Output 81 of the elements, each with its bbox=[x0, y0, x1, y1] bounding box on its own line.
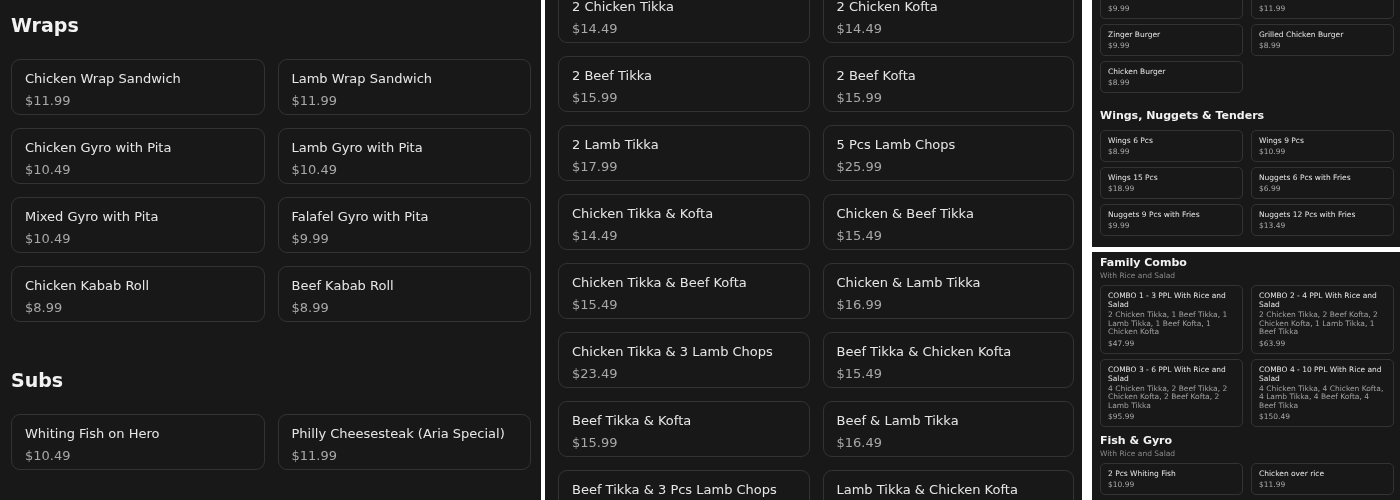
item-price: $15.49 bbox=[836, 228, 883, 244]
menu-item-card[interactable]: Whiting Fish on Hero $10.49 bbox=[11, 414, 265, 470]
item-price: $17.99 bbox=[572, 159, 619, 175]
item-name: Chicken Tikka & Beef Kofta bbox=[572, 275, 748, 291]
menu-item-card[interactable]: Beef Kabab Roll $8.99 bbox=[277, 266, 531, 322]
item-price: $15.49 bbox=[836, 366, 883, 382]
item-name: 2 Beef Tikka bbox=[572, 68, 653, 84]
menu-item-card[interactable]: Chicken Kabab Roll $8.99 bbox=[11, 266, 265, 322]
item-name: Chicken Tikka & Kofta bbox=[572, 206, 715, 222]
menu-item-card[interactable]: Beef Tikka & Chicken Kofta $15.49 bbox=[822, 332, 1074, 388]
item-name: Chicken & Beef Tikka bbox=[836, 206, 975, 222]
item-price: $11.99 bbox=[291, 448, 338, 464]
menu-item-card[interactable]: 2 Lamb Tikka $17.99 bbox=[558, 125, 810, 181]
item-price: $23.49 bbox=[572, 366, 619, 382]
item-price: $8.99 bbox=[25, 300, 64, 316]
menu-item-card[interactable]: 5 Pcs Lamb Chops $25.99 bbox=[822, 125, 1074, 181]
section-heading: Fish & Gyro bbox=[1100, 434, 1174, 448]
item-price: $10.49 bbox=[25, 448, 72, 464]
item-price: $14.49 bbox=[572, 21, 619, 37]
item-price: $14.49 bbox=[836, 21, 883, 37]
section-heading: Family Combo bbox=[1100, 256, 1188, 270]
menu-item-card[interactable]: Mixed Gyro with Pita $10.49 bbox=[11, 197, 265, 253]
section-heading: Wraps bbox=[11, 13, 80, 37]
item-price: $9.99 bbox=[291, 231, 330, 247]
menu-item-card[interactable]: Chicken Tikka & Beef Kofta $15.49 bbox=[558, 263, 810, 319]
item-name: 2 Chicken Tikka bbox=[572, 0, 675, 15]
menu-item-card[interactable]: Lamb Tikka & Chicken Kofta bbox=[822, 470, 1074, 500]
item-name: Beef & Lamb Tikka bbox=[836, 413, 960, 429]
item-price: $15.99 bbox=[572, 435, 619, 451]
menu-item-card[interactable]: 2 Beef Kofta $15.99 bbox=[822, 56, 1074, 112]
item-name: Chicken Gyro with Pita bbox=[25, 140, 173, 156]
item-price: $11.99 bbox=[25, 93, 72, 109]
menu-item-card[interactable]: Falafel Gyro with Pita $9.99 bbox=[277, 197, 531, 253]
menu-item-card[interactable]: Chicken Gyro with Pita $10.49 bbox=[11, 128, 265, 184]
item-name: Philly Cheesesteak (Aria Special) bbox=[291, 426, 506, 442]
item-name: Chicken Tikka & 3 Lamb Chops bbox=[572, 344, 774, 360]
menu-item-card[interactable]: Beef Tikka & 3 Pcs Lamb Chops bbox=[558, 470, 810, 500]
section-heading: Wings, Nuggets & Tenders bbox=[1100, 109, 1266, 123]
menu-item-card[interactable]: 2 Chicken Tikka $14.49 bbox=[558, 0, 810, 43]
item-price: $10.49 bbox=[25, 162, 72, 178]
item-name: Chicken Wrap Sandwich bbox=[25, 71, 182, 87]
menu-item-card[interactable]: Beef Tikka & Kofta $15.99 bbox=[558, 401, 810, 457]
menu-item-card[interactable]: Chicken Tikka & 3 Lamb Chops $23.49 bbox=[558, 332, 810, 388]
item-name: Beef Tikka & Chicken Kofta bbox=[836, 344, 1013, 360]
item-name: Whiting Fish on Hero bbox=[25, 426, 161, 442]
item-price: $10.49 bbox=[25, 231, 72, 247]
item-price: $11.99 bbox=[291, 93, 338, 109]
menu-item-card[interactable]: Beef & Lamb Tikka $16.49 bbox=[822, 401, 1074, 457]
menu-item-card[interactable]: Chicken & Beef Tikka $15.49 bbox=[822, 194, 1074, 250]
item-name: Lamb Gyro with Pita bbox=[291, 140, 424, 156]
item-name: Lamb Tikka & Chicken Kofta bbox=[836, 482, 1019, 498]
menu-item-card[interactable]: Chicken Tikka & Kofta $14.49 bbox=[558, 194, 810, 250]
menu-item-card[interactable]: Lamb Gyro with Pita $10.49 bbox=[277, 128, 531, 184]
item-name: 2 Chicken Kofta bbox=[836, 0, 939, 15]
section-heading: Subs bbox=[11, 368, 65, 392]
item-price: $16.99 bbox=[836, 297, 883, 313]
item-name: Falafel Gyro with Pita bbox=[291, 209, 430, 225]
item-name: Chicken Kabab Roll bbox=[25, 278, 150, 294]
item-price: $10.49 bbox=[291, 162, 338, 178]
item-name: Lamb Wrap Sandwich bbox=[291, 71, 434, 87]
item-price: $15.99 bbox=[836, 90, 883, 106]
item-name: Beef Tikka & Kofta bbox=[572, 413, 693, 429]
item-name: 5 Pcs Lamb Chops bbox=[836, 137, 957, 153]
item-name: Beef Tikka & 3 Pcs Lamb Chops bbox=[572, 482, 778, 498]
menu-item-card[interactable]: 2 Beef Tikka $15.99 bbox=[558, 56, 810, 112]
menu-item-card[interactable]: Chicken Wrap Sandwich $11.99 bbox=[11, 59, 265, 115]
menu-item-card[interactable]: 2 Chicken Kofta $14.49 bbox=[822, 0, 1074, 43]
item-name: 2 Lamb Tikka bbox=[572, 137, 660, 153]
item-name: Mixed Gyro with Pita bbox=[25, 209, 160, 225]
menu-item-card[interactable]: Lamb Wrap Sandwich $11.99 bbox=[277, 59, 531, 115]
item-price: $15.49 bbox=[572, 297, 619, 313]
item-price: $14.49 bbox=[572, 228, 619, 244]
item-name: 2 Beef Kofta bbox=[836, 68, 917, 84]
item-name: Chicken & Lamb Tikka bbox=[836, 275, 982, 291]
menu-item-card[interactable]: Chicken & Lamb Tikka $16.99 bbox=[822, 263, 1074, 319]
item-price: $8.99 bbox=[291, 300, 330, 316]
item-price: $16.49 bbox=[836, 435, 883, 451]
item-price: $15.99 bbox=[572, 90, 619, 106]
item-price: $25.99 bbox=[836, 159, 883, 175]
menu-item-card[interactable]: Philly Cheesesteak (Aria Special) $11.99 bbox=[277, 414, 531, 470]
item-name: Beef Kabab Roll bbox=[291, 278, 395, 294]
